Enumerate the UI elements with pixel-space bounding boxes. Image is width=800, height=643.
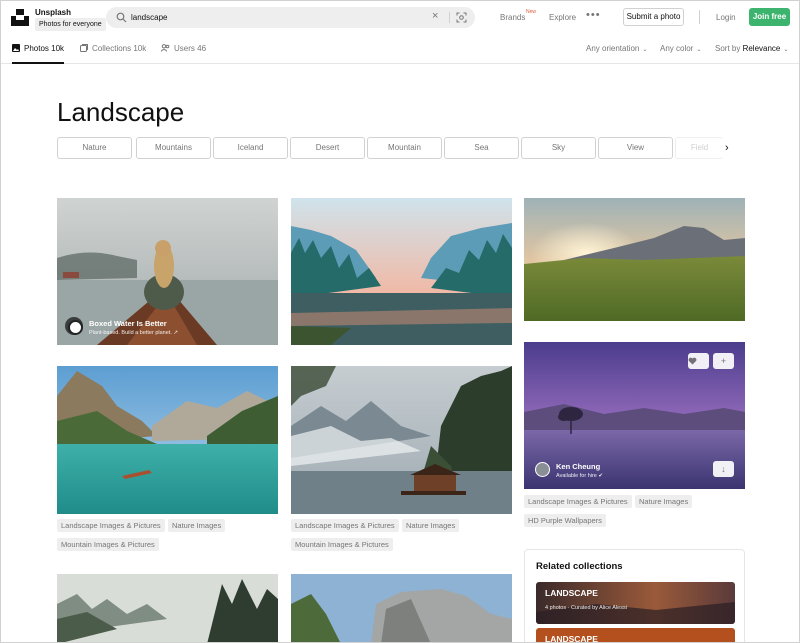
- brand[interactable]: Unsplash Photos for everyone: [35, 8, 106, 31]
- color-filter-label: Any color: [660, 44, 694, 53]
- search-input[interactable]: [131, 10, 421, 25]
- photo-teal-lake-image: [57, 366, 278, 514]
- search-icon[interactable]: [116, 12, 127, 23]
- tag-nature[interactable]: Nature Images: [168, 519, 226, 532]
- tag-mountain[interactable]: Mountain Images & Pictures: [291, 538, 393, 551]
- photo-granite-cliff[interactable]: [291, 574, 512, 642]
- sort-filter[interactable]: Sort by Relevance ⌄: [715, 44, 788, 53]
- clear-search-icon[interactable]: ×: [432, 10, 438, 22]
- tab-collections[interactable]: Collections 10k: [80, 44, 146, 64]
- photo-author[interactable]: Ken Cheung: [556, 462, 600, 471]
- results-subnav: Photos 10k Collections 10k Users 46 Any …: [1, 35, 799, 64]
- chevron-down-icon: ⌄: [642, 47, 648, 53]
- photo-author[interactable]: Boxed Water Is Better: [89, 319, 167, 328]
- nav-brands[interactable]: Brands: [500, 13, 525, 22]
- photo-author-subtitle[interactable]: Plant-based. Build a better planet. ↗: [89, 330, 178, 336]
- submit-photo-button[interactable]: Submit a photo: [623, 8, 684, 26]
- chip-sky[interactable]: Sky: [521, 137, 596, 159]
- new-badge: New: [526, 9, 537, 15]
- chevron-right-icon[interactable]: ›: [725, 142, 729, 154]
- photo-cabin-lake-image: [291, 366, 512, 514]
- related-collections-card: Related collections LANDSCAPE 4 photos ·…: [524, 549, 745, 643]
- search-divider: [449, 12, 450, 23]
- photo-foggy-forest-image: [57, 574, 278, 642]
- download-button[interactable]: ↓: [713, 461, 734, 477]
- add-to-collection-button[interactable]: +: [713, 353, 734, 369]
- avatar[interactable]: [68, 320, 83, 335]
- related-searches: Nature Mountains Iceland Desert Mountain…: [57, 137, 747, 160]
- nav-explore[interactable]: Explore: [549, 13, 576, 22]
- tab-photos-label: Photos 10k: [24, 44, 65, 53]
- tag-nature[interactable]: Nature Images: [635, 495, 693, 508]
- tag-landscape[interactable]: Landscape Images & Pictures: [291, 519, 399, 532]
- avatar[interactable]: [535, 462, 550, 477]
- photo-granite-cliff-image: [291, 574, 512, 642]
- login-link[interactable]: Login: [716, 13, 736, 22]
- page-title: Landscape: [57, 97, 185, 127]
- photo-meadow-sunset[interactable]: [524, 198, 745, 321]
- photo-foggy-forest[interactable]: [57, 574, 278, 642]
- collection-subtitle: 4 photos · Curated by Alice Alessi: [545, 605, 627, 611]
- photo-boat-girl[interactable]: Boxed Water Is Better Plant-based. Build…: [57, 198, 278, 345]
- tag-mountain[interactable]: Mountain Images & Pictures: [57, 538, 159, 551]
- related-collections-heading: Related collections: [536, 561, 623, 572]
- users-icon: [161, 44, 170, 52]
- header-divider: [699, 10, 700, 24]
- chip-nature[interactable]: Nature: [57, 137, 132, 159]
- chip-iceland[interactable]: Iceland: [213, 137, 288, 159]
- chip-mountain[interactable]: Mountain: [367, 137, 442, 159]
- sort-prefix: Sort by: [715, 44, 741, 53]
- photo-cabin-lake[interactable]: [291, 366, 512, 514]
- photo-author-subtitle[interactable]: Available for hire ✔: [556, 473, 603, 479]
- brand-name: Unsplash: [35, 8, 72, 17]
- sort-value: Relevance: [742, 44, 781, 53]
- tag-landscape[interactable]: Landscape Images & Pictures: [524, 495, 632, 508]
- chevron-down-icon: ⌄: [696, 47, 702, 53]
- photo-purple-lake[interactable]: + Ken Cheung Available for hire ✔ ↓: [524, 342, 745, 489]
- top-header: Unsplash Photos for everyone × Brands Ne…: [1, 1, 799, 35]
- tag-purple-wallpapers[interactable]: HD Purple Wallpapers: [524, 514, 606, 527]
- photo-teal-lake[interactable]: [57, 366, 278, 514]
- chip-field[interactable]: Field: [675, 137, 723, 159]
- orientation-filter-label: Any orientation: [586, 44, 640, 53]
- chevron-down-icon: ⌄: [783, 47, 789, 53]
- like-button[interactable]: [688, 353, 709, 369]
- chip-view[interactable]: View: [598, 137, 673, 159]
- search-bar: ×: [106, 7, 475, 28]
- collection-landscape-2[interactable]: LANDSCAPE: [536, 628, 735, 643]
- collection-landscape[interactable]: LANDSCAPE 4 photos · Curated by Alice Al…: [536, 582, 735, 624]
- photo-icon: [12, 44, 20, 52]
- unsplash-window: Unsplash Photos for everyone × Brands Ne…: [0, 0, 800, 643]
- collection-title: LANDSCAPE: [545, 634, 598, 643]
- unsplash-logo-icon[interactable]: [11, 8, 29, 26]
- visual-search-icon[interactable]: [456, 12, 467, 23]
- orientation-filter[interactable]: Any orientation ⌄: [586, 44, 647, 53]
- tab-users[interactable]: Users 46: [161, 44, 206, 64]
- heart-icon: [688, 357, 697, 365]
- chip-sea[interactable]: Sea: [444, 137, 519, 159]
- plus-icon: +: [720, 356, 727, 366]
- chip-mountains[interactable]: Mountains: [136, 137, 211, 159]
- color-filter[interactable]: Any color ⌄: [660, 44, 701, 53]
- photo-valley-sunset-image: [291, 198, 512, 345]
- tab-collections-label: Collections 10k: [92, 44, 147, 53]
- tag-landscape[interactable]: Landscape Images & Pictures: [57, 519, 165, 532]
- brand-tagline: Photos for everyone: [35, 18, 106, 31]
- tag-nature[interactable]: Nature Images: [402, 519, 460, 532]
- download-arrow-icon: ↓: [721, 464, 726, 474]
- photo-valley-sunset[interactable]: [291, 198, 512, 345]
- tab-photos[interactable]: Photos 10k: [12, 44, 65, 64]
- tab-users-label: Users 46: [174, 44, 207, 53]
- collection-title: LANDSCAPE: [545, 588, 598, 598]
- collections-icon: [80, 44, 88, 52]
- chip-desert[interactable]: Desert: [290, 137, 365, 159]
- photo-meadow-sunset-image: [524, 198, 745, 321]
- more-icon[interactable]: •••: [586, 9, 601, 21]
- join-free-button[interactable]: Join free: [749, 8, 790, 26]
